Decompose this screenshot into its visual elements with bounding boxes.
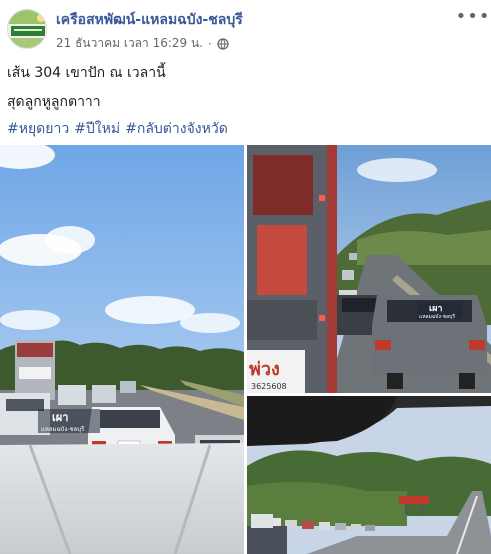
photo-car-carrier[interactable]: เผา แหลมฉบัง-ชลบุรี พ่วง 3625608 <box>247 145 491 393</box>
photo2-truck-text: พ่วง <box>249 359 280 380</box>
hashtag-long-holiday[interactable]: #หยุดยาว <box>7 118 69 140</box>
photo1-sticker-bottom: แหลมฉบัง-ชลบุรี <box>41 425 85 433</box>
meta-separator: · <box>208 36 212 51</box>
post-text-line-2: สุดลูกหูลูกตาาา <box>7 94 101 110</box>
post-meta: 21 ธันวาคม เวลา 16:29 น. · <box>56 34 229 53</box>
photo2-sticker-top: เผา <box>429 304 442 314</box>
photo-traffic-road[interactable]: เผา แหลมฉบัง-ชลบุรี <box>0 145 244 554</box>
hashtag-list: #หยุดยาว #ปีใหม่ #กลับต่างจังหวัด <box>7 118 228 140</box>
photo2-phone-text: 3625608 <box>251 382 287 391</box>
more-options-icon[interactable]: ••• <box>456 6 490 27</box>
post-text-line-1: เส้น 304 เขาปัก ณ เวลานี้ <box>7 65 166 81</box>
avatar-logo <box>8 10 46 48</box>
hashtag-return-home[interactable]: #กลับต่างจังหวัด <box>125 118 228 140</box>
photo2-sticker-bottom: แหลมฉบัง-ชลบุรี <box>419 313 455 320</box>
facebook-post: เครือสหพัฒน์-แหลมฉบัง-ชลบุรี 21 ธันวาคม … <box>0 0 491 554</box>
page-avatar[interactable] <box>7 9 47 49</box>
photo-winding-road[interactable] <box>247 396 491 554</box>
page-name-link[interactable]: เครือสหพัฒน์-แหลมฉบัง-ชลบุรี <box>56 9 243 31</box>
globe-icon[interactable] <box>217 37 229 50</box>
photo1-sticker-top: เผา <box>52 411 68 424</box>
post-timestamp[interactable]: 21 ธันวาคม เวลา 16:29 น. <box>56 34 203 53</box>
hashtag-new-year[interactable]: #ปีใหม่ <box>74 118 120 140</box>
